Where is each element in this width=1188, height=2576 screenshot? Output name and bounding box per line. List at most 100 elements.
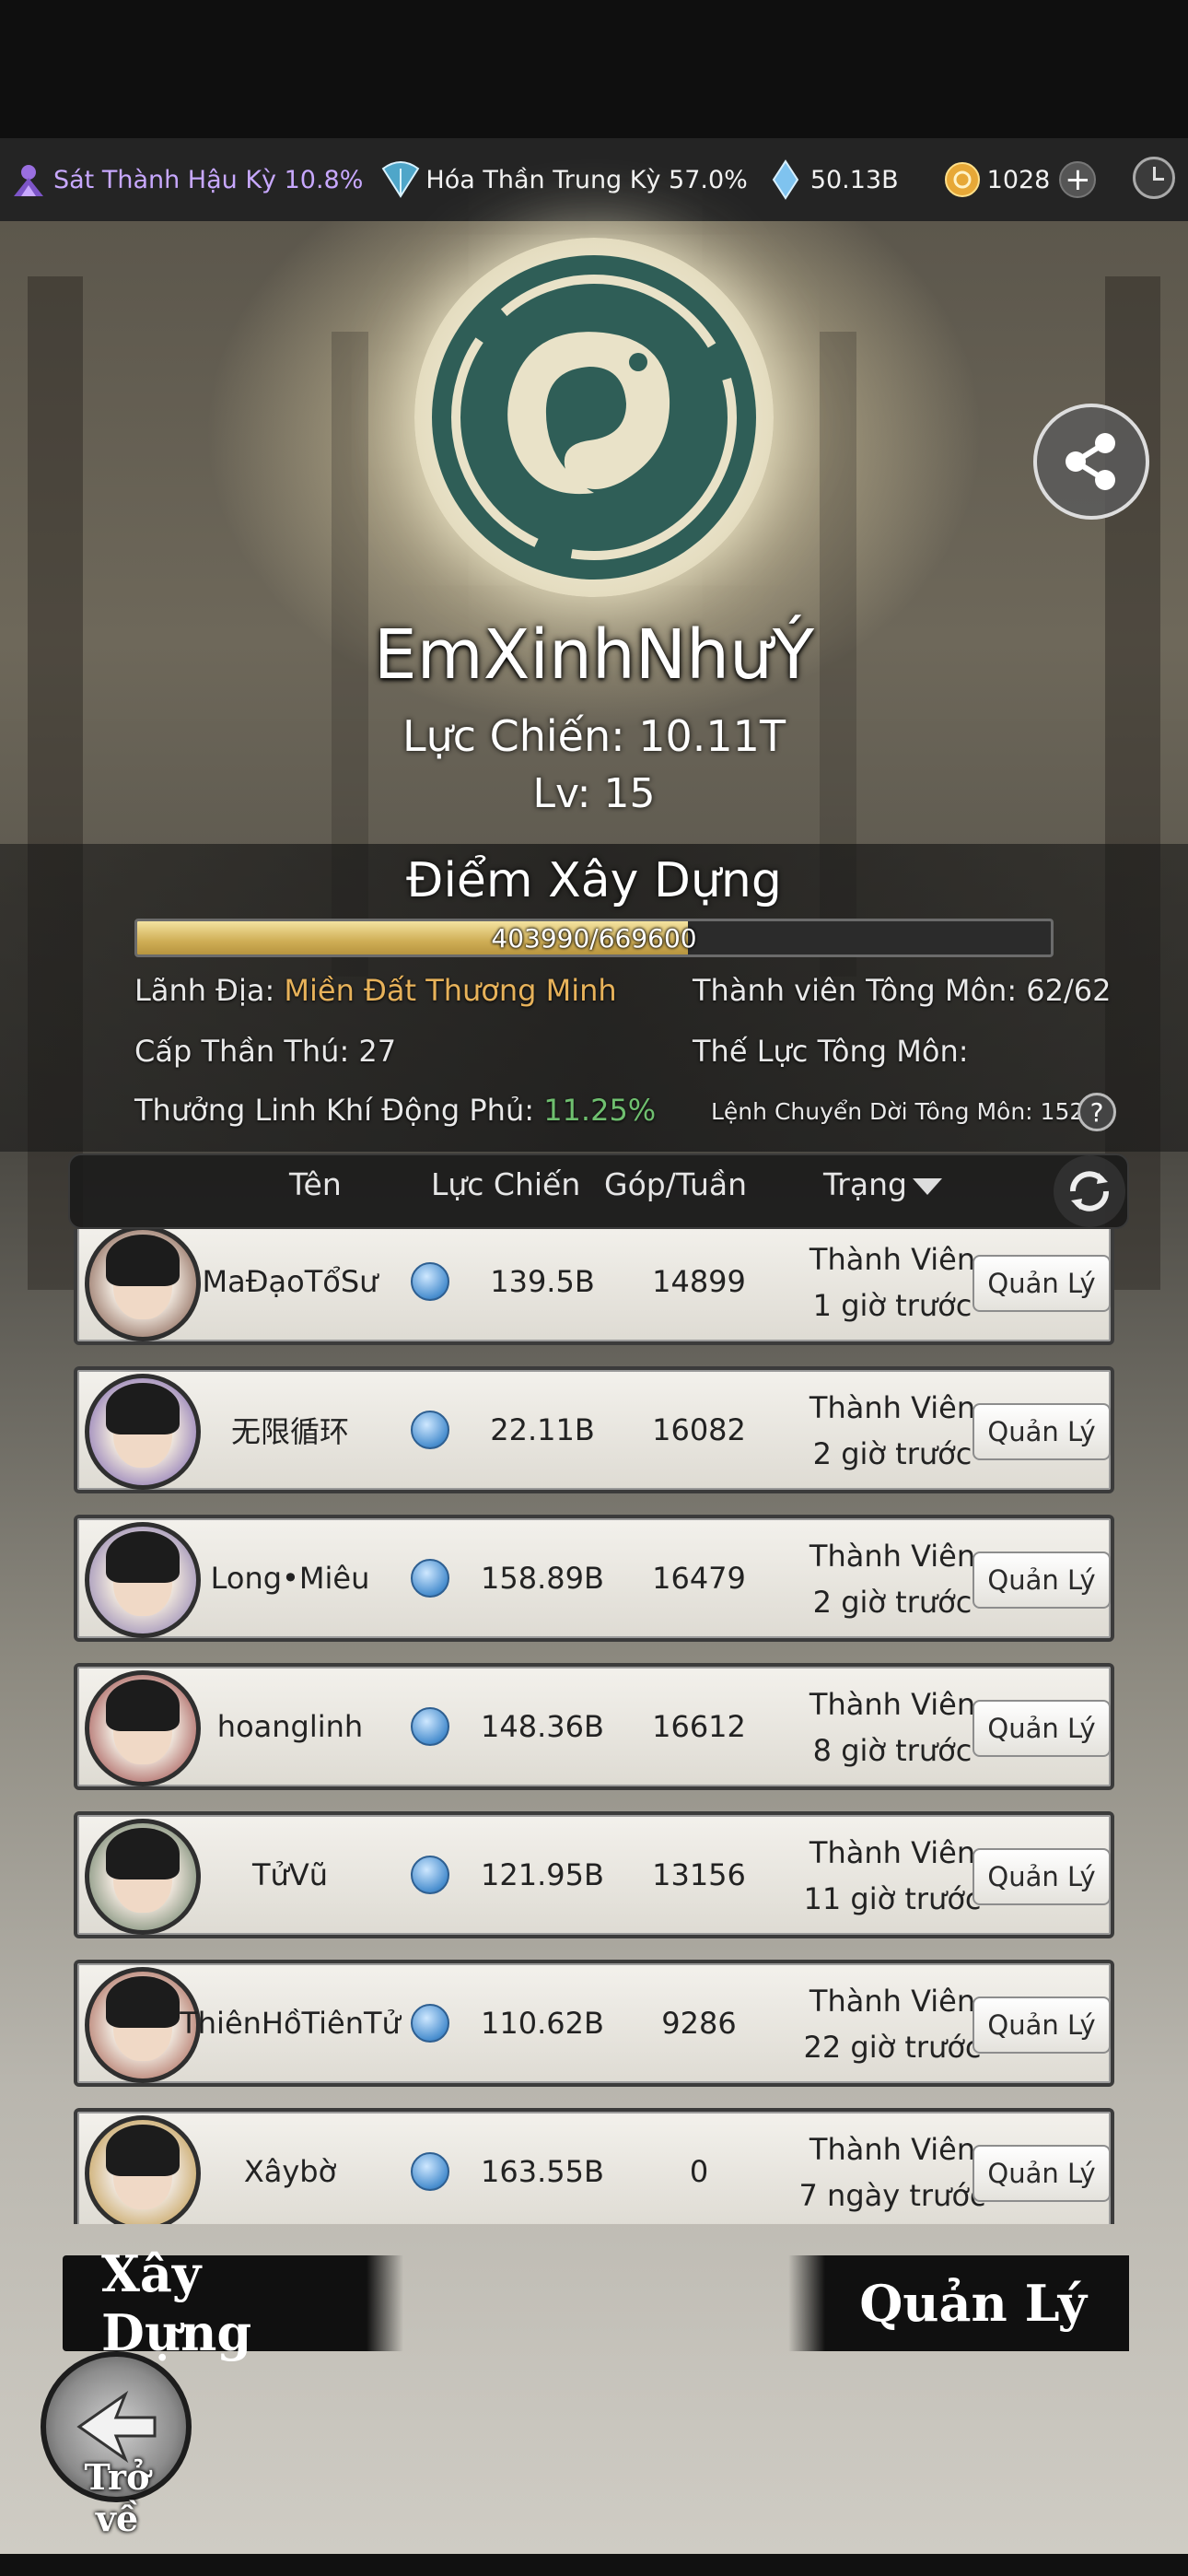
guild-power: Lực Chiến: 10.11T <box>402 711 786 761</box>
member-role: Thành Viên <box>809 1835 976 1871</box>
refresh-button[interactable] <box>1054 1155 1125 1227</box>
avatar-face <box>106 1976 180 2061</box>
manage-member-button[interactable]: Quản Lý <box>973 1996 1111 2054</box>
member-last-seen: 22 giờ trước <box>803 2030 982 2065</box>
avatar-hair <box>106 2125 180 2176</box>
avatar-face <box>106 1828 180 1913</box>
member-avatar[interactable] <box>85 1522 201 1638</box>
back-label: Trở về <box>84 2456 150 2539</box>
help-button[interactable]: ? <box>1077 1093 1116 1131</box>
avatar-hair <box>106 1976 180 2028</box>
avatar-face <box>106 1531 180 1616</box>
power-orb-icon <box>411 1411 449 1449</box>
member-row[interactable]: MaĐạoTổSư 139.5B 14899 Thành Viên 1 giờ trướ… <box>74 1229 1114 1345</box>
add-coin-button[interactable]: + <box>1059 161 1097 198</box>
share-button[interactable] <box>1033 404 1149 520</box>
coin-stat[interactable]: 1028 + <box>941 158 1097 201</box>
guild-emblem <box>414 238 774 597</box>
member-row[interactable]: hoanglinh 148.36B 16612 Thành Viên 8 giờ trư… <box>74 1663 1114 1790</box>
avatar-hair <box>106 1383 180 1434</box>
members-count: Thành viên Tông Môn: 62/62 <box>693 973 1112 1008</box>
territory-value[interactable]: Miền Đất Thương Minh <box>284 973 616 1008</box>
column-status[interactable]: Trạng <box>823 1166 942 1202</box>
build-points-title: Điểm Xây Dựng <box>406 853 782 908</box>
member-role: Thành Viên <box>809 1984 976 2020</box>
member-avatar[interactable] <box>85 1229 201 1341</box>
manage-member-button[interactable]: Quản Lý <box>973 1255 1111 1312</box>
reward-label: Thưởng Linh Khí Động Phủ: <box>134 1093 535 1128</box>
gold-coin-icon <box>941 158 984 201</box>
member-row[interactable]: Xâybờ 163.55B 0 Thành Viên 7 ngày trước Quản … <box>74 2108 1114 2224</box>
member-row[interactable]: ThiênHồTiênTử 110.62B 9286 Thành Viên 22 giờ… <box>74 1960 1114 2087</box>
bottom-edge <box>0 2554 1188 2576</box>
fan-realm-icon <box>379 158 422 201</box>
member-contribution: 0 <box>689 2154 709 2189</box>
guild-name: EmXinhNhưÝ <box>373 615 815 695</box>
member-row[interactable]: 无限循环 22.11B 16082 Thành Viên 2 giờ trước Quản… <box>74 1366 1114 1493</box>
avatar-face <box>106 2125 180 2209</box>
manage-member-button[interactable]: Quản Lý <box>973 1403 1111 1460</box>
realm-stat-2-text: Hóa Thần Trung Kỳ 57.0% <box>425 165 748 194</box>
manage-member-button[interactable]: Quản Lý <box>973 1551 1111 1609</box>
member-role: Thành Viên <box>809 1687 976 1723</box>
power-orb-icon <box>411 1262 449 1301</box>
sort-caret-icon <box>912 1177 942 1195</box>
member-name: 无限循环 <box>230 1414 349 1449</box>
member-row[interactable]: Long•Miêu 158.89B 16479 Thành Viên 2 giờ trư… <box>74 1515 1114 1642</box>
member-contribution: 9286 <box>661 2006 737 2041</box>
member-avatar[interactable] <box>85 2115 201 2224</box>
reward-row: Thưởng Linh Khí Động Phủ: 11.25% <box>134 1093 656 1128</box>
member-name: MaĐạoTổSư <box>202 1264 379 1299</box>
member-last-seen: 2 giờ trước <box>812 1585 973 1620</box>
manage-member-button[interactable]: Quản Lý <box>973 1700 1111 1757</box>
crystal-stat[interactable]: 50.13B <box>764 158 899 201</box>
power-orb-icon <box>411 1559 449 1598</box>
member-power: 110.62B <box>481 2006 604 2041</box>
realm-stat-1[interactable]: Sát Thành Hậu Kỳ 10.8% <box>7 158 363 201</box>
avatar-face <box>106 1235 180 1319</box>
column-status-label: Trạng <box>823 1166 907 1202</box>
member-avatar[interactable] <box>85 1819 201 1935</box>
member-role: Thành Viên <box>809 1242 976 1278</box>
member-power: 163.55B <box>481 2154 604 2189</box>
avatar-hair <box>106 1680 180 1731</box>
member-name: Xâybờ <box>243 2154 337 2189</box>
dragon-emblem-icon <box>432 255 756 580</box>
member-contribution: 16082 <box>652 1412 746 1447</box>
avatar-face <box>106 1383 180 1468</box>
member-table-header <box>68 1153 1129 1229</box>
member-power: 22.11B <box>490 1412 595 1447</box>
member-role: Thành Viên <box>809 1390 976 1426</box>
member-name: ThiênHồTiênTử <box>180 2006 401 2041</box>
member-avatar[interactable] <box>85 1670 201 1786</box>
avatar-hair <box>106 1828 180 1879</box>
manage-guild-button[interactable]: Quản Lý <box>788 2255 1129 2351</box>
crystal-amount: 50.13B <box>809 165 899 194</box>
column-name[interactable]: Tên <box>289 1166 342 1202</box>
column-contribution[interactable]: Góp/Tuần <box>604 1166 747 1202</box>
manage-member-button[interactable]: Quản Lý <box>973 2145 1111 2202</box>
member-power: 121.95B <box>481 1857 604 1892</box>
build-button[interactable]: Xây Dựng <box>63 2244 403 2362</box>
territory-row: Lãnh Địa: Miền Đất Thương Minh <box>134 973 617 1008</box>
member-last-seen: 2 giờ trước <box>812 1436 973 1471</box>
member-power: 139.5B <box>490 1264 595 1299</box>
crystal-icon <box>764 158 807 201</box>
guild-force-label: Thế Lực Tông Môn: <box>693 1034 969 1069</box>
relocate-order-count: Lệnh Chuyển Dời Tông Môn: 152 <box>711 1098 1085 1125</box>
clock-icon[interactable] <box>1133 157 1175 199</box>
territory-label: Lãnh Địa: <box>134 973 275 1008</box>
realm-stat-2[interactable]: Hóa Thần Trung Kỳ 57.0% <box>379 158 748 201</box>
member-row[interactable]: TửVũ 121.95B 13156 Thành Viên 11 giờ trước Qu… <box>74 1811 1114 1938</box>
avatar-hair <box>106 1235 180 1286</box>
column-power[interactable]: Lực Chiến <box>431 1166 580 1202</box>
member-list[interactable]: MaĐạoTổSư 139.5B 14899 Thành Viên 1 giờ trướ… <box>0 1229 1188 2224</box>
power-orb-icon <box>411 1856 449 1894</box>
manage-member-button[interactable]: Quản Lý <box>973 1848 1111 1905</box>
member-avatar[interactable] <box>85 1374 201 1490</box>
member-last-seen: 1 giờ trước <box>812 1288 973 1323</box>
guild-level: Lv: 15 <box>532 770 656 817</box>
member-role: Thành Viên <box>809 2132 976 2168</box>
member-name: hoanglinh <box>216 1709 364 1744</box>
build-points-text: 403990/669600 <box>491 922 697 954</box>
